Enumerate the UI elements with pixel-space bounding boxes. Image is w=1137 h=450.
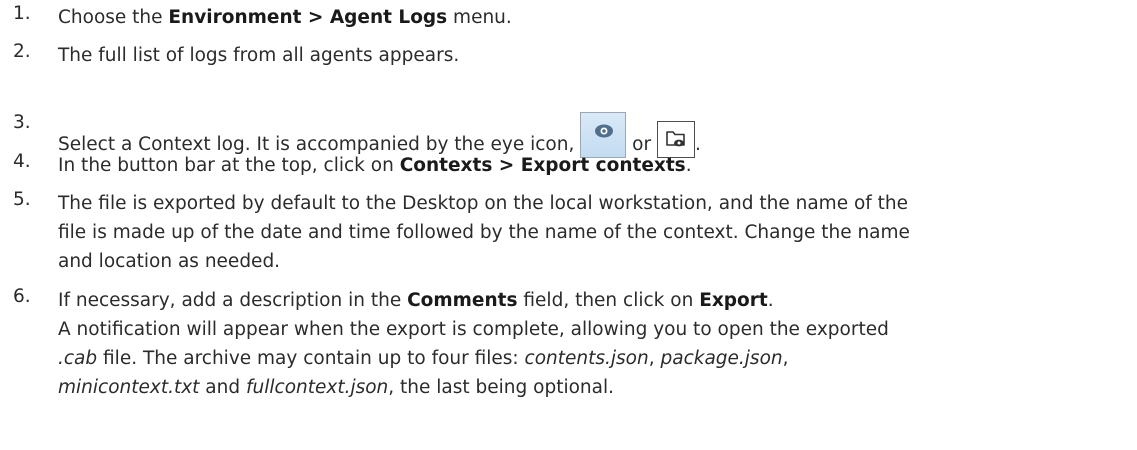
step-text: In the button bar at the top, click on C… bbox=[58, 155, 692, 176]
file-name: package.json bbox=[660, 348, 783, 369]
step-text: The full list of logs from all agents ap… bbox=[58, 45, 460, 66]
step-number: 5. bbox=[13, 189, 31, 210]
step-number: 6. bbox=[13, 286, 31, 307]
step-number: 3. bbox=[13, 112, 31, 133]
file-extension: .cab bbox=[58, 348, 98, 369]
file-name: minicontext.txt bbox=[58, 377, 200, 398]
step-number: 1. bbox=[13, 3, 31, 24]
step-text: If necessary, add a description in the C… bbox=[58, 290, 889, 398]
menu-path: Environment > Agent Logs bbox=[168, 7, 448, 28]
step-text: The file is exported by default to the D… bbox=[58, 193, 910, 272]
procedure-document: 1. Choose the Environment > Agent Logs m… bbox=[0, 0, 1137, 450]
menu-path: Contexts > Export contexts bbox=[399, 155, 686, 176]
step-number: 2. bbox=[13, 41, 31, 62]
step-text: Choose the Environment > Agent Logs menu… bbox=[58, 7, 512, 28]
file-name: contents.json bbox=[524, 348, 649, 369]
field-name: Comments bbox=[407, 290, 518, 311]
file-name: fullcontext.json bbox=[246, 377, 389, 398]
step-number: 4. bbox=[13, 151, 31, 172]
button-name: Export bbox=[699, 290, 768, 311]
